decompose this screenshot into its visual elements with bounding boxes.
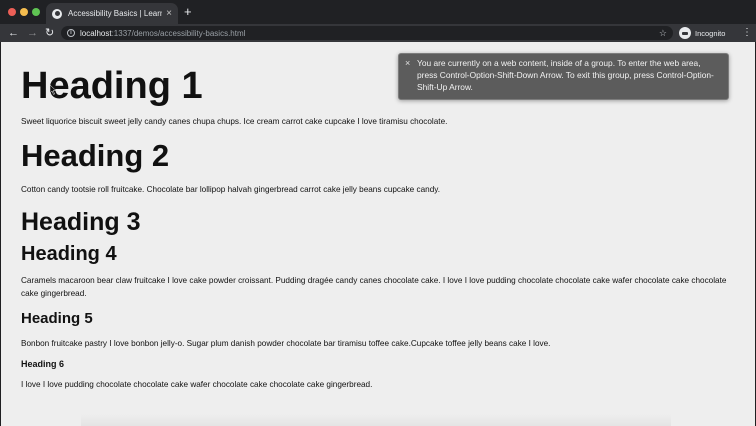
address-bar[interactable]: i localhost:1337/demos/accessibility-bas…: [61, 26, 673, 40]
incognito-label: Incognito: [695, 28, 726, 38]
incognito-icon: [679, 27, 691, 39]
voiceover-caption-panel: × You are currently on a web content, in…: [398, 53, 729, 100]
url-path: :1337/demos/accessibility-basics.html: [111, 28, 246, 38]
close-tab-icon[interactable]: ×: [166, 8, 172, 19]
maximize-window-button[interactable]: [32, 8, 40, 16]
new-tab-button[interactable]: +: [184, 5, 192, 18]
menu-icon[interactable]: ⋮: [742, 26, 752, 40]
browser-toolbar: ← → ↻ i localhost:1337/demos/accessibili…: [0, 24, 756, 42]
tab-strip: Accessibility Basics | Learn Ho × +: [0, 0, 756, 24]
heading-1: Heading 1: [21, 65, 203, 107]
close-window-button[interactable]: [8, 8, 16, 16]
paragraph-2: Cotton candy tootsie roll fruitcake. Cho…: [21, 185, 441, 194]
close-icon[interactable]: ×: [405, 58, 410, 69]
heading-4: Heading 4: [21, 243, 117, 265]
tab-accessibility-basics[interactable]: Accessibility Basics | Learn Ho ×: [46, 3, 178, 24]
info-icon[interactable]: i: [67, 29, 75, 37]
url-host: localhost: [80, 28, 112, 38]
bottom-shadow: [81, 414, 671, 426]
url-text: localhost:1337/demos/accessibility-basic…: [80, 29, 245, 38]
paragraph-5: I love I love pudding chocolate chocolat…: [21, 380, 373, 389]
paragraph-3: Caramels macaroon bear claw fruitcake I …: [21, 276, 727, 298]
heading-6: Heading 6: [21, 359, 65, 369]
globe-icon: [52, 8, 62, 19]
paragraph-4: Bonbon fruitcake pastry I love bonbon je…: [21, 339, 551, 348]
heading-5: Heading 5: [21, 310, 93, 327]
paragraph-1: Sweet liquorice biscuit sweet jelly cand…: [21, 117, 448, 126]
heading-2: Heading 2: [21, 138, 170, 173]
incognito-profile[interactable]: Incognito: [679, 26, 725, 40]
star-icon[interactable]: ☆: [659, 27, 667, 39]
heading-3: Heading 3: [21, 208, 141, 236]
tab-title: Accessibility Basics | Learn Ho: [68, 9, 163, 18]
forward-icon[interactable]: →: [27, 26, 38, 40]
minimize-window-button[interactable]: [20, 8, 28, 16]
voiceover-message: You are currently on a web content, insi…: [417, 58, 714, 92]
cursor-icon: [50, 85, 56, 95]
reload-icon[interactable]: ↻: [45, 26, 54, 40]
back-icon[interactable]: ←: [8, 26, 19, 40]
